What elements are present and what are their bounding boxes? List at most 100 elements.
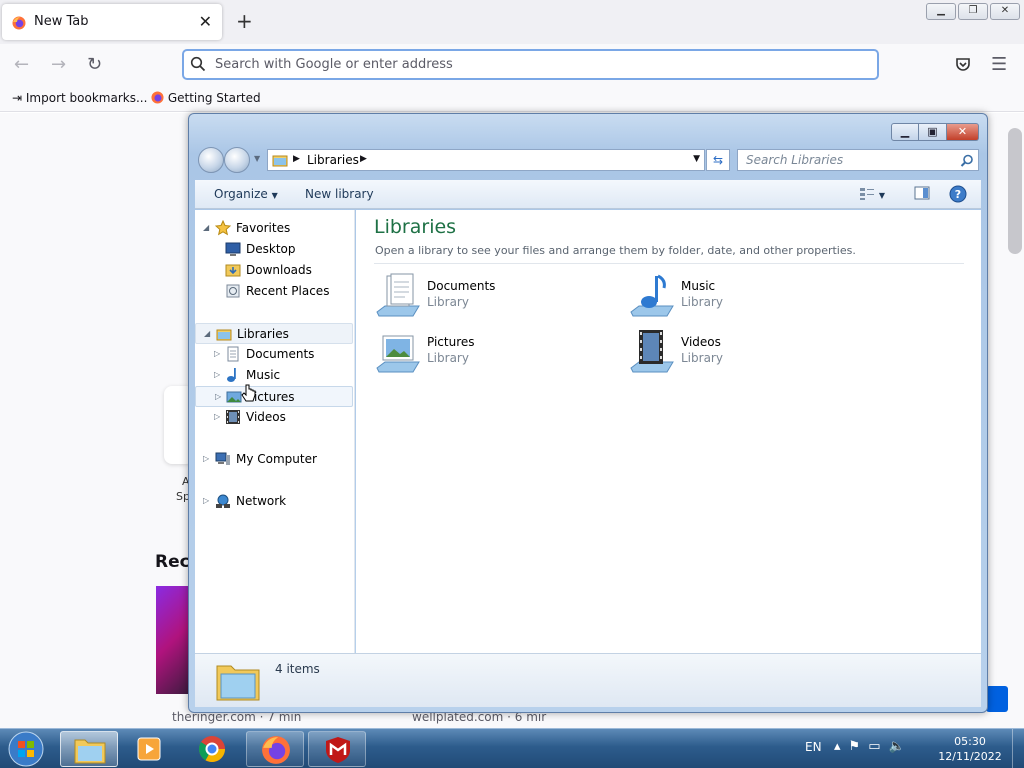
pocket-icon[interactable]	[955, 56, 971, 76]
nav-pictures[interactable]: ▷ Pictures	[195, 386, 353, 407]
downloads-folder-icon	[225, 262, 241, 278]
search-libraries-input[interactable]: Search Libraries	[737, 149, 979, 171]
explorer-address-bar[interactable]: ▶ Libraries ▶ ▼	[267, 149, 705, 171]
firefox-icon	[262, 736, 290, 764]
explorer-minimize-button[interactable]: ▁	[891, 123, 919, 141]
music-library-icon	[627, 272, 675, 320]
library-videos[interactable]: Videos Library	[627, 328, 867, 380]
taskbar-explorer-button[interactable]	[60, 731, 118, 767]
language-indicator[interactable]: EN	[805, 740, 822, 754]
nav-favorites[interactable]: ◢ Favorites	[195, 218, 353, 239]
explorer-close-button[interactable]: ✕	[947, 123, 979, 141]
nav-music[interactable]: ▷ Music	[195, 365, 353, 386]
collapsed-arrow-icon[interactable]: ▷	[214, 370, 220, 379]
page-scrollbar[interactable]	[1008, 128, 1022, 254]
organize-button[interactable]: Organize ▼	[214, 187, 278, 201]
computer-icon	[215, 451, 231, 467]
collapsed-arrow-icon[interactable]: ▷	[214, 349, 220, 358]
page-title: Libraries	[374, 216, 457, 238]
reload-icon[interactable]: ↻	[87, 54, 102, 75]
collapsed-arrow-icon[interactable]: ▷	[203, 454, 209, 463]
taskbar-mcafee-button[interactable]	[308, 731, 366, 767]
mcafee-shield-icon	[326, 737, 350, 763]
back-arrow-icon[interactable]: ←	[14, 54, 29, 75]
expanded-arrow-icon[interactable]: ◢	[204, 329, 210, 338]
nav-recent-places[interactable]: Recent Places	[195, 281, 353, 302]
help-icon: ?	[949, 185, 967, 203]
change-view-button[interactable]: ▼	[859, 187, 885, 204]
view-icon	[860, 188, 874, 200]
getting-started-link[interactable]: Getting Started	[151, 91, 261, 105]
tab-new-tab[interactable]: New Tab ✕	[2, 4, 222, 40]
refresh-button[interactable]: ⇆	[706, 149, 730, 171]
forward-arrow-icon[interactable]: →	[51, 54, 66, 75]
nav-desktop[interactable]: Desktop	[195, 239, 353, 260]
documents-library-icon	[373, 272, 421, 320]
show-desktop-button[interactable]	[1012, 729, 1024, 768]
network-icon	[215, 493, 231, 509]
page-button[interactable]	[986, 686, 1008, 712]
explorer-maximize-button[interactable]: ▣	[919, 123, 947, 141]
nav-my-computer[interactable]: ▷ My Computer	[195, 449, 353, 470]
system-tray: ▴ ⚑ ▭ 🔈	[834, 739, 905, 754]
nav-documents[interactable]: ▷ Documents	[195, 344, 353, 365]
show-hidden-icons-icon[interactable]: ▴	[834, 739, 841, 754]
collapsed-arrow-icon[interactable]: ▷	[214, 412, 220, 421]
address-placeholder: Search with Google or enter address	[215, 57, 453, 72]
collapsed-arrow-icon[interactable]: ▷	[203, 496, 209, 505]
import-bookmarks-link[interactable]: ⇥ Import bookmarks...	[12, 91, 147, 105]
breadcrumb-arrow-icon[interactable]: ▶	[360, 154, 367, 164]
breadcrumb-arrow-icon[interactable]: ▶	[293, 154, 300, 164]
back-button[interactable]	[198, 147, 224, 173]
chevron-down-icon: ▼	[878, 191, 885, 200]
recent-pages-chevron-icon[interactable]: ▼	[254, 154, 260, 163]
import-icon: ⇥	[12, 91, 23, 105]
taskbar-media-player-button[interactable]	[120, 731, 178, 767]
help-button[interactable]: ?	[949, 185, 967, 206]
nav-videos[interactable]: ▷ Videos	[195, 407, 353, 428]
search-icon	[960, 153, 974, 172]
breadcrumb-libraries[interactable]: Libraries	[307, 153, 359, 167]
new-library-button[interactable]: New library	[305, 187, 374, 201]
preview-pane-button[interactable]	[914, 185, 930, 204]
command-bar: Organize ▼ New library ▼ ?	[195, 180, 981, 209]
nav-libraries[interactable]: ◢ Libraries	[195, 323, 353, 344]
bookmarks-toolbar: ⇥ Import bookmarks... Getting Started	[0, 86, 1024, 112]
action-center-icon[interactable]: ⚑	[849, 739, 861, 754]
network-status-icon[interactable]: ▭	[868, 739, 880, 754]
volume-icon[interactable]: 🔈	[888, 739, 904, 754]
taskbar-chrome-button[interactable]	[183, 731, 241, 767]
recent-places-icon	[225, 283, 241, 299]
library-documents[interactable]: Documents Library	[373, 272, 613, 324]
browser-tab-bar: New Tab ✕ + ▁ ❐ ✕	[0, 0, 1024, 44]
collapsed-arrow-icon[interactable]: ▷	[215, 392, 221, 401]
taskbar-firefox-button[interactable]	[246, 731, 304, 767]
story-thumbnail[interactable]	[156, 586, 191, 694]
content-pane: Libraries Open a library to see your fil…	[356, 210, 981, 653]
address-dropdown-icon[interactable]: ▼	[693, 154, 700, 164]
new-tab-button[interactable]: +	[236, 9, 253, 33]
close-tab-icon[interactable]: ✕	[199, 12, 212, 31]
clock-time: 05:30	[954, 735, 986, 748]
forward-button[interactable]	[224, 147, 250, 173]
videos-library-icon	[627, 328, 675, 376]
start-button[interactable]	[4, 730, 48, 768]
chrome-icon	[198, 736, 226, 763]
close-window-button[interactable]: ✕	[990, 3, 1020, 20]
address-bar[interactable]: Search with Google or enter address	[182, 49, 879, 80]
pictures-library-icon	[373, 328, 421, 376]
clock[interactable]: 05:30 12/11/2022	[930, 734, 1010, 764]
library-pictures[interactable]: Pictures Library	[373, 328, 613, 380]
divider	[374, 263, 964, 264]
page-description: Open a library to see your files and arr…	[375, 244, 856, 257]
taskbar: EN ▴ ⚑ ▭ 🔈 05:30 12/11/2022	[0, 728, 1024, 768]
minimize-button[interactable]: ▁	[926, 3, 956, 20]
chevron-down-icon: ▼	[271, 191, 278, 200]
menu-icon[interactable]: ☰	[991, 54, 1007, 75]
library-music[interactable]: Music Library	[627, 272, 867, 324]
restore-button[interactable]: ❐	[958, 3, 988, 20]
nav-downloads[interactable]: Downloads	[195, 260, 353, 281]
media-player-icon	[137, 737, 161, 761]
nav-network[interactable]: ▷ Network	[195, 491, 353, 512]
expanded-arrow-icon[interactable]: ◢	[203, 223, 209, 232]
